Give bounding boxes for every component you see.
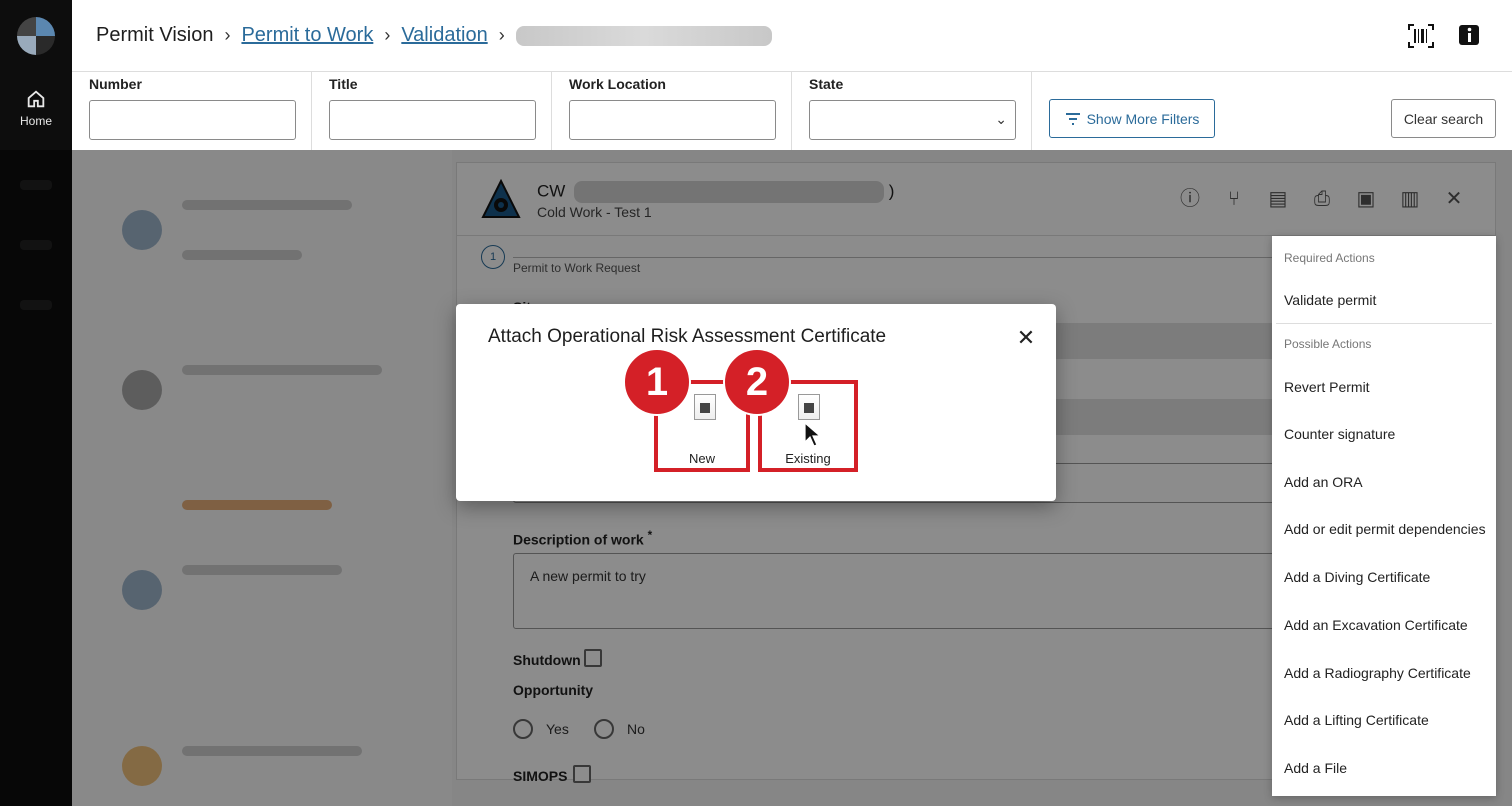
dialog-title: Attach Operational Risk Assessment Certi…	[488, 326, 887, 347]
filter-location: Work Location	[552, 72, 792, 150]
breadcrumb-validation[interactable]: Validation	[401, 24, 487, 47]
breadcrumb-root: Permit Vision	[96, 24, 214, 46]
step-badge-2: 2	[723, 348, 791, 416]
chevron-right-icon: ›	[498, 25, 505, 45]
close-icon[interactable]: ✕	[1014, 326, 1038, 350]
menu-item-lifting-certificate[interactable]: Add a Lifting Certificate	[1284, 712, 1429, 728]
filter-title-label: Title	[329, 76, 358, 92]
menu-item-excavation-certificate[interactable]: Add an Excavation Certificate	[1284, 617, 1468, 633]
new-document-icon	[694, 394, 716, 420]
existing-document-icon	[798, 394, 820, 420]
filter-icon	[1065, 112, 1080, 125]
filter-number: Number	[72, 72, 312, 150]
barcode-icon[interactable]	[1408, 24, 1434, 48]
filter-state-label: State	[809, 76, 844, 92]
breadcrumb-permit-to-work[interactable]: Permit to Work	[241, 24, 373, 47]
menu-item-add-file[interactable]: Add a File	[1284, 760, 1347, 776]
work-location-input[interactable]	[569, 100, 776, 140]
filter-location-label: Work Location	[569, 76, 666, 92]
home-nav-item[interactable]: Home	[0, 88, 72, 128]
filter-number-label: Number	[89, 76, 142, 92]
menu-item-permit-dependencies[interactable]: Add or edit permit dependencies	[1284, 521, 1486, 537]
existing-option-label: Existing	[785, 451, 831, 466]
step-badge-1: 1	[623, 348, 691, 416]
chevron-right-icon: ›	[224, 25, 231, 45]
home-label: Home	[19, 114, 52, 128]
menu-item-add-ora[interactable]: Add an ORA	[1284, 474, 1363, 490]
info-icon[interactable]	[1458, 24, 1484, 48]
menu-item-validate-permit[interactable]: Validate permit	[1284, 292, 1376, 308]
filter-state: State ⌄	[792, 72, 1032, 150]
possible-actions-heading: Possible Actions	[1284, 337, 1372, 351]
breadcrumb: Permit Vision › Permit to Work › Validat…	[96, 24, 772, 47]
show-more-filters-button[interactable]: Show More Filters	[1049, 99, 1215, 138]
menu-item-radiography-certificate[interactable]: Add a Radiography Certificate	[1284, 665, 1471, 681]
number-input[interactable]	[89, 100, 296, 140]
home-icon	[27, 90, 45, 108]
state-select[interactable]: ⌄	[809, 100, 1016, 140]
title-input[interactable]	[329, 100, 536, 140]
page-header: Permit Vision › Permit to Work › Validat…	[72, 0, 1512, 72]
menu-item-diving-certificate[interactable]: Add a Diving Certificate	[1284, 569, 1430, 585]
mouse-cursor-icon	[804, 422, 822, 447]
required-actions-heading: Required Actions	[1284, 251, 1375, 265]
app-logo[interactable]	[17, 17, 55, 55]
actions-menu: Required Actions Validate permit Possibl…	[1272, 236, 1496, 796]
menu-item-counter-signature[interactable]: Counter signature	[1284, 426, 1395, 442]
new-option-label: New	[688, 451, 715, 466]
filter-bar: Number Title Work Location State ⌄ Show …	[72, 72, 1512, 150]
show-more-filters-label: Show More Filters	[1086, 110, 1200, 127]
chevron-down-icon: ⌄	[995, 111, 1007, 127]
chevron-right-icon: ›	[384, 25, 391, 45]
breadcrumb-current-redacted	[515, 25, 772, 46]
menu-divider	[1276, 323, 1492, 324]
filter-title: Title	[312, 72, 552, 150]
clear-search-button[interactable]: Clear search	[1391, 99, 1496, 138]
menu-item-revert-permit[interactable]: Revert Permit	[1284, 379, 1370, 395]
